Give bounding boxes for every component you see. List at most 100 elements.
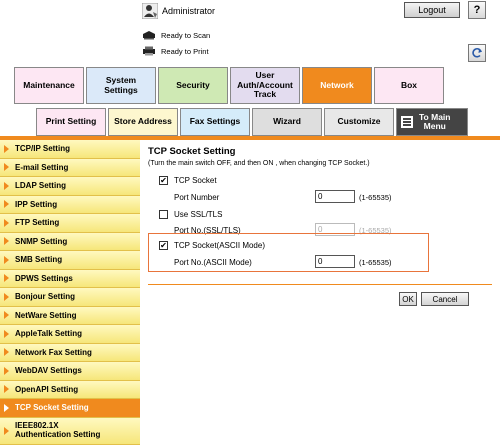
- help-button[interactable]: ?: [468, 1, 486, 19]
- sidebar-item-tcp-socket-setting[interactable]: TCP Socket Setting: [0, 399, 140, 418]
- triangle-right-icon: [4, 144, 9, 153]
- port-number-input[interactable]: 0: [315, 190, 355, 203]
- tcp-socket-option[interactable]: ✔ TCP Socket: [159, 176, 217, 185]
- triangle-right-icon: [4, 385, 9, 394]
- triangle-right-icon: [4, 181, 9, 190]
- sidebar-item-smb-setting[interactable]: SMB Setting: [0, 251, 140, 270]
- subtab-label: Wizard: [273, 116, 301, 127]
- sidebar-item-e-mail-setting[interactable]: E-mail Setting: [0, 158, 140, 177]
- status-ready-to-scan: Ready to Scan: [142, 30, 210, 40]
- ascii-mode-label: TCP Socket(ASCII Mode): [174, 241, 265, 250]
- triangle-right-icon: [4, 200, 9, 209]
- sidebar-item-snmp-setting[interactable]: SNMP Setting: [0, 232, 140, 251]
- ascii-port-input[interactable]: 0: [315, 255, 355, 268]
- sidebar-item-label: DPWS Settings: [15, 273, 73, 283]
- subtab-customize[interactable]: Customize: [324, 108, 394, 136]
- main-menu-icon: [401, 116, 413, 128]
- sidebar-item-label: OpenAPI Setting: [15, 384, 79, 394]
- sidebar-item-ftp-setting[interactable]: FTP Setting: [0, 214, 140, 233]
- admin-user-icon: [142, 3, 158, 19]
- sidebar-item-ipp-setting[interactable]: IPP Setting: [0, 195, 140, 214]
- sidebar-item-webdav-settings[interactable]: WebDAV Settings: [0, 362, 140, 381]
- sidebar-item-label: WebDAV Settings: [15, 366, 82, 376]
- ssl-tls-label: Use SSL/TLS: [174, 210, 223, 219]
- ascii-mode-option[interactable]: ✔ TCP Socket(ASCII Mode): [159, 241, 265, 250]
- tab-label: User Auth/Account Track: [237, 69, 293, 100]
- sidebar-item-label: Network Fax Setting: [15, 347, 92, 357]
- tcp-socket-checkbox[interactable]: ✔: [159, 176, 168, 185]
- sidebar-item-tcp-ip-setting[interactable]: TCP/IP Setting: [0, 140, 140, 159]
- sidebar-item-label: E-mail Setting: [15, 162, 69, 172]
- port-number-range: (1-65535): [359, 193, 392, 202]
- tab-label: Security: [176, 79, 210, 90]
- instruction-note: (Turn the main switch OFF, and then ON ,…: [148, 160, 370, 167]
- sidebar-item-label: TCP Socket Setting: [15, 403, 89, 413]
- tab-security[interactable]: Security: [158, 67, 228, 104]
- sidebar-item-netware-setting[interactable]: NetWare Setting: [0, 306, 140, 325]
- subtab-store-address[interactable]: Store Address: [108, 108, 178, 136]
- triangle-right-icon: [4, 255, 9, 264]
- sidebar-item-label: NetWare Setting: [15, 310, 77, 320]
- sidebar-item-label: SMB Setting: [15, 255, 63, 265]
- sidebar-item-ieee802-1x-authentication-setting[interactable]: IEEE802.1X Authentication Setting: [0, 417, 140, 445]
- subtab-print-setting[interactable]: Print Setting: [36, 108, 106, 136]
- admin-label: Administrator: [162, 6, 216, 16]
- tab-label: System Settings: [104, 74, 138, 95]
- ascii-port-range: (1-65535): [359, 258, 392, 267]
- ssl-tls-checkbox[interactable]: [159, 210, 168, 219]
- refresh-icon: [472, 48, 482, 58]
- tab-system-settings[interactable]: System Settings: [86, 67, 156, 104]
- content-separator: [148, 284, 492, 285]
- tab-maintenance[interactable]: Maintenance: [14, 67, 84, 104]
- tab-label: Network: [320, 79, 354, 90]
- sidebar-item-label: Bonjour Setting: [15, 292, 75, 302]
- subtab-label: To Main Menu: [419, 111, 451, 131]
- triangle-right-icon: [4, 311, 9, 320]
- ascii-port-label: Port No.(ASCII Mode): [174, 258, 252, 267]
- main-content: TCP Socket Setting (Turn the main switch…: [148, 144, 494, 167]
- triangle-right-icon: [4, 218, 9, 227]
- refresh-button[interactable]: [468, 44, 486, 62]
- logout-button[interactable]: Logout: [404, 2, 460, 18]
- ascii-mode-checkbox[interactable]: ✔: [159, 241, 168, 250]
- triangle-right-icon: [4, 274, 9, 283]
- subtab-to-main-menu[interactable]: To Main Menu: [396, 108, 468, 136]
- sidebar-item-label: TCP/IP Setting: [15, 144, 70, 154]
- subtab-fax-settings[interactable]: Fax Settings: [180, 108, 250, 136]
- sidebar: TCP/IP Setting E-mail Setting LDAP Setting…: [0, 140, 140, 445]
- page-title: TCP Socket Setting: [148, 146, 236, 157]
- tcp-socket-label: TCP Socket: [174, 176, 217, 185]
- subtab-wizard[interactable]: Wizard: [252, 108, 322, 136]
- sidebar-item-bonjour-setting[interactable]: Bonjour Setting: [0, 288, 140, 307]
- ok-button[interactable]: OK: [399, 292, 417, 306]
- tab-box[interactable]: Box: [374, 67, 444, 104]
- admin-indicator: Administrator: [142, 3, 215, 19]
- triangle-right-icon: [4, 348, 9, 357]
- subtab-label: Store Address: [114, 116, 172, 127]
- sidebar-item-ldap-setting[interactable]: LDAP Setting: [0, 177, 140, 196]
- ssl-tls-option[interactable]: Use SSL/TLS: [159, 210, 222, 219]
- triangle-right-icon: [4, 163, 9, 172]
- sidebar-item-appletalk-setting[interactable]: AppleTalk Setting: [0, 325, 140, 344]
- cancel-button[interactable]: Cancel: [421, 292, 469, 306]
- sidebar-item-dpws-settings[interactable]: DPWS Settings: [0, 269, 140, 288]
- printer-icon: [143, 46, 155, 56]
- ready-to-print-label: Ready to Print: [161, 46, 209, 56]
- tab-user-auth-account-track[interactable]: User Auth/Account Track: [230, 67, 300, 104]
- tab-label: Box: [400, 79, 418, 90]
- subtab-label: Print Setting: [45, 116, 97, 127]
- subtab-label: Fax Settings: [189, 116, 241, 127]
- status-ready-to-print: Ready to Print: [142, 46, 209, 56]
- sidebar-item-label: LDAP Setting: [15, 181, 66, 191]
- sidebar-item-label: IEEE802.1X Authentication Setting: [15, 420, 101, 439]
- ready-to-scan-label: Ready to Scan: [161, 30, 211, 40]
- subtab-label: Customize: [337, 116, 381, 127]
- sidebar-item-label: AppleTalk Setting: [15, 329, 82, 339]
- tab-label: Maintenance: [23, 79, 75, 90]
- sidebar-item-label: FTP Setting: [15, 218, 60, 228]
- tab-network[interactable]: Network: [302, 67, 372, 104]
- sidebar-item-openapi-setting[interactable]: OpenAPI Setting: [0, 380, 140, 399]
- triangle-right-icon: [4, 426, 9, 435]
- triangle-right-icon: [4, 237, 9, 246]
- sidebar-item-network-fax-setting[interactable]: Network Fax Setting: [0, 343, 140, 362]
